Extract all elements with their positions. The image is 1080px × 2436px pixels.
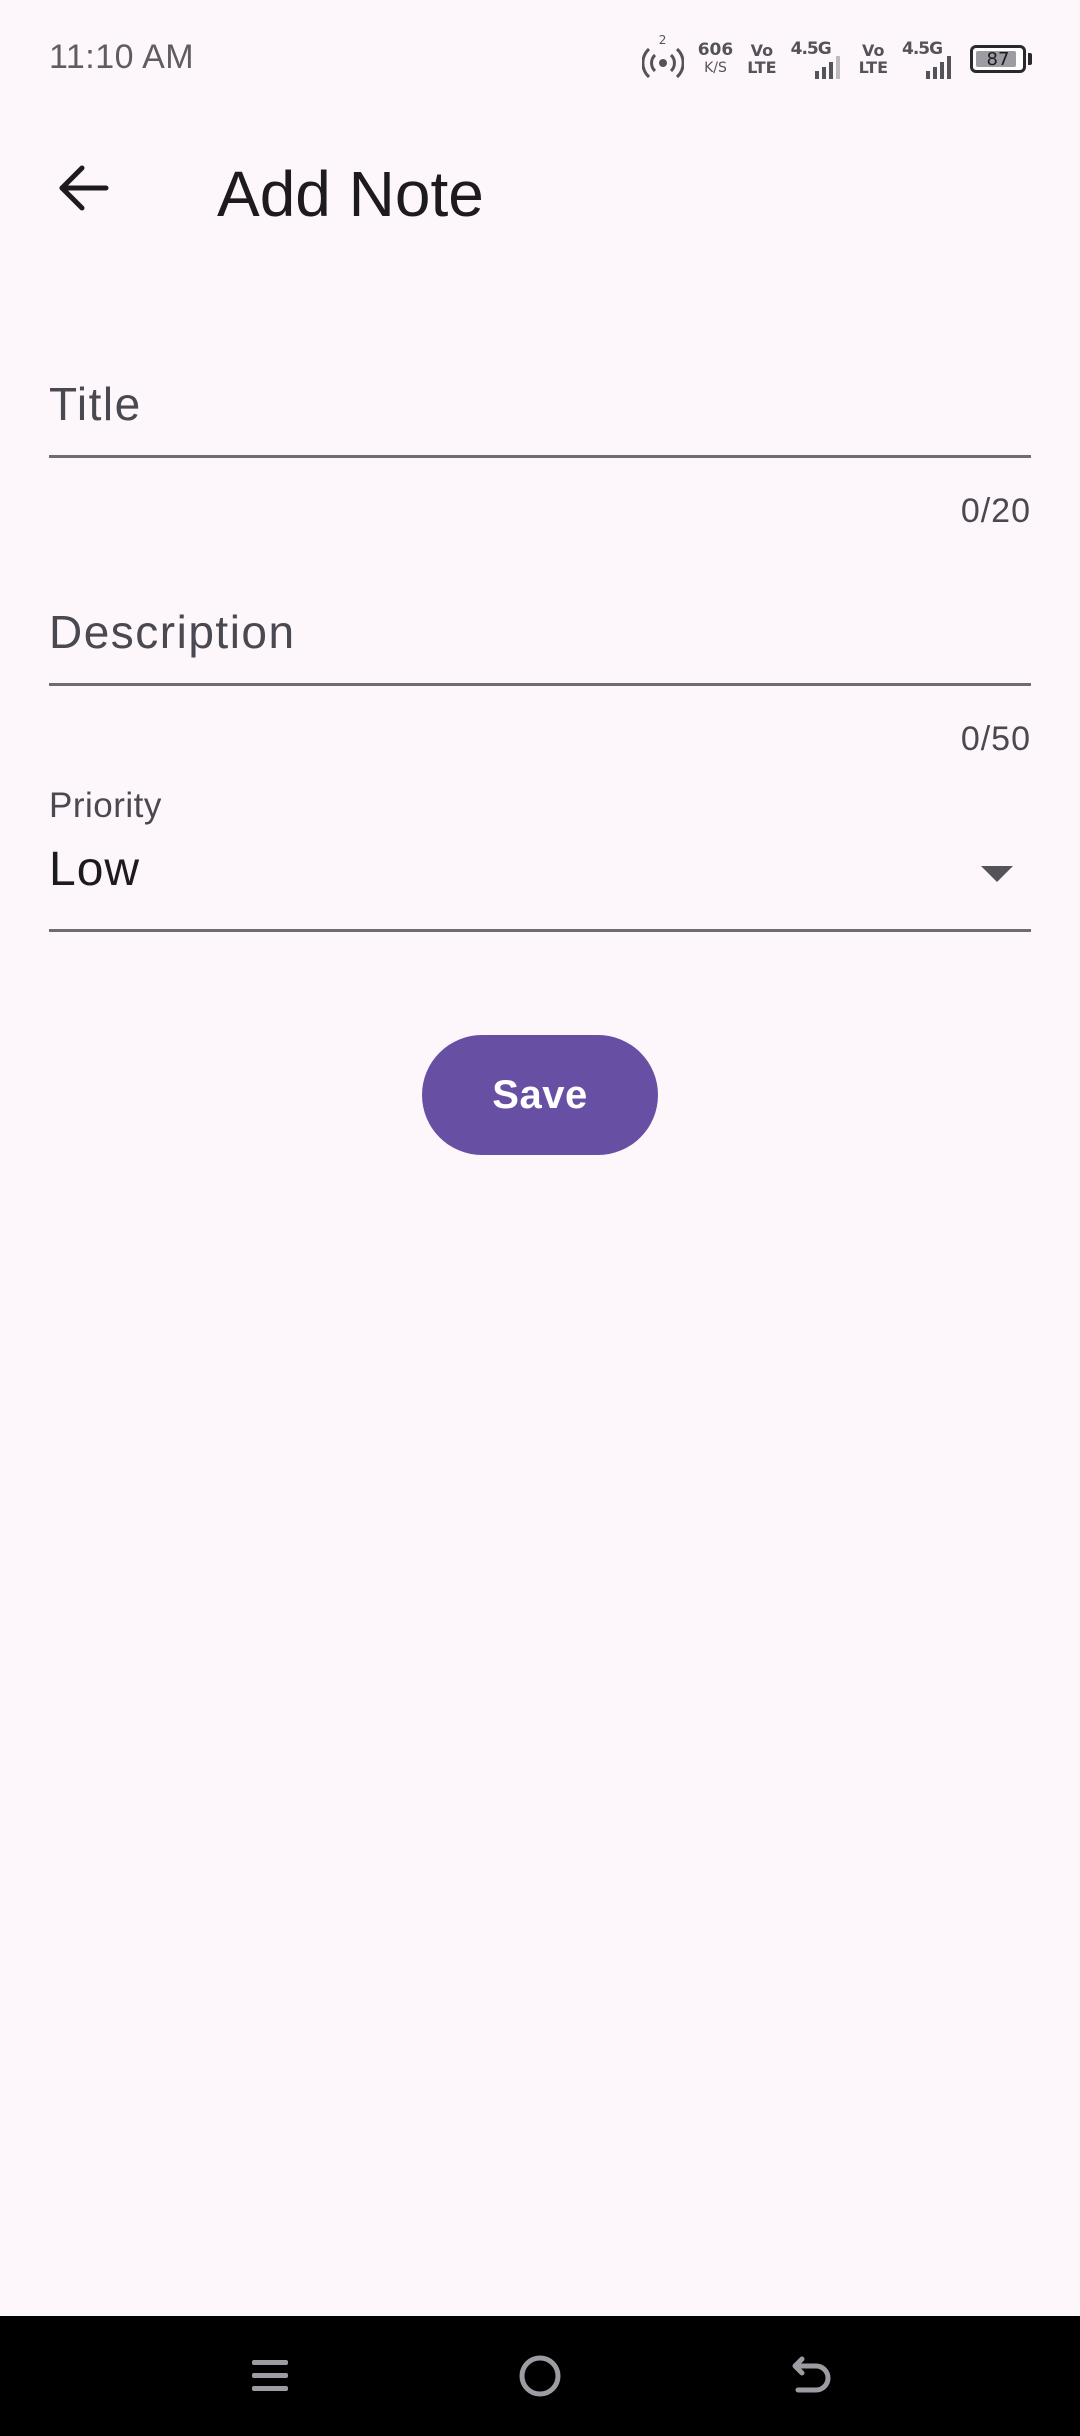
status-time: 11:10 AM [49, 38, 195, 76]
back-button[interactable] [36, 140, 132, 236]
network-speed-unit: K/S [704, 60, 727, 76]
priority-label: Priority [49, 786, 162, 825]
app-bar: Add Note [0, 120, 1080, 232]
battery-icon: 87 [970, 45, 1032, 73]
sim1-signal-icon: 4.5G [791, 39, 845, 79]
network-speed-value: 606 [697, 40, 734, 60]
sim1-volte-top: Vo [750, 41, 774, 60]
sim2-volte-top: Vo [862, 41, 885, 60]
title-field-container: 0/20 [49, 352, 1031, 530]
battery-tip [1028, 53, 1032, 65]
description-input[interactable] [49, 580, 1031, 686]
sim2-volte-bottom: LTE [858, 58, 888, 77]
description-counter: 0/50 [960, 720, 1031, 758]
network-speed: 606 K/S [698, 41, 734, 77]
title-input[interactable] [49, 352, 1031, 458]
home-icon [519, 2355, 561, 2397]
dropdown-arrow-icon [981, 866, 1013, 882]
menu-icon [252, 2360, 288, 2391]
page-title: Add Note [217, 158, 484, 230]
system-back-button[interactable] [776, 2342, 844, 2410]
battery-level: 87 [986, 48, 1010, 70]
navigation-bar [0, 2316, 1080, 2436]
save-button[interactable]: Save [422, 1035, 658, 1155]
title-counter: 0/20 [960, 492, 1031, 530]
sim2-signal-icon: 4.5G [902, 39, 956, 79]
back-icon [792, 2356, 831, 2393]
priority-selected-value: Low [49, 843, 141, 896]
status-bar: 11:10 AM 2 606 K/S Vo LTE 4.5G Vo LTE 4.… [0, 0, 1080, 120]
sim1-volte-badge: Vo LTE [747, 42, 776, 76]
battery-body: 87 [970, 45, 1026, 73]
hotspot-icon: 2 [641, 33, 685, 79]
priority-dropdown[interactable]: Priority Low [49, 780, 1031, 932]
status-icons: 2 606 K/S Vo LTE 4.5G Vo LTE 4.5G 87 [641, 33, 1032, 84]
home-button[interactable] [506, 2342, 574, 2410]
arrow-left-icon [59, 165, 109, 211]
sim1-volte-bottom: LTE [747, 58, 777, 77]
sim2-volte-badge: Vo LTE [859, 42, 888, 76]
menu-button[interactable] [236, 2342, 304, 2410]
description-field-container: 0/50 [49, 580, 1031, 758]
hotspot-count: 2 [658, 33, 667, 47]
